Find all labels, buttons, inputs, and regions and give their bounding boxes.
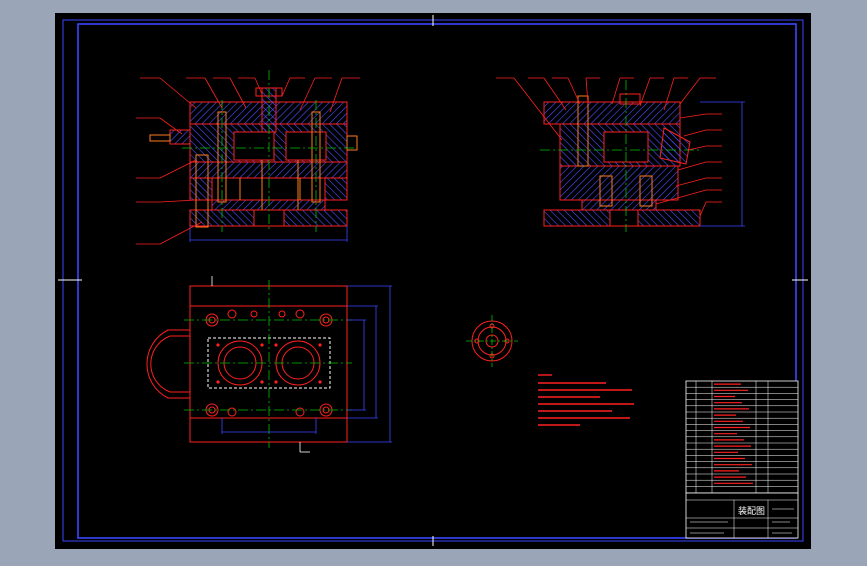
parts-list-table [685, 380, 799, 494]
drawing-sheet: 装配图 [55, 13, 811, 549]
title-block: 装配图 [685, 492, 799, 539]
cad-viewport[interactable]: 装配图 [0, 0, 867, 562]
drawing-title: 装配图 [738, 505, 765, 517]
